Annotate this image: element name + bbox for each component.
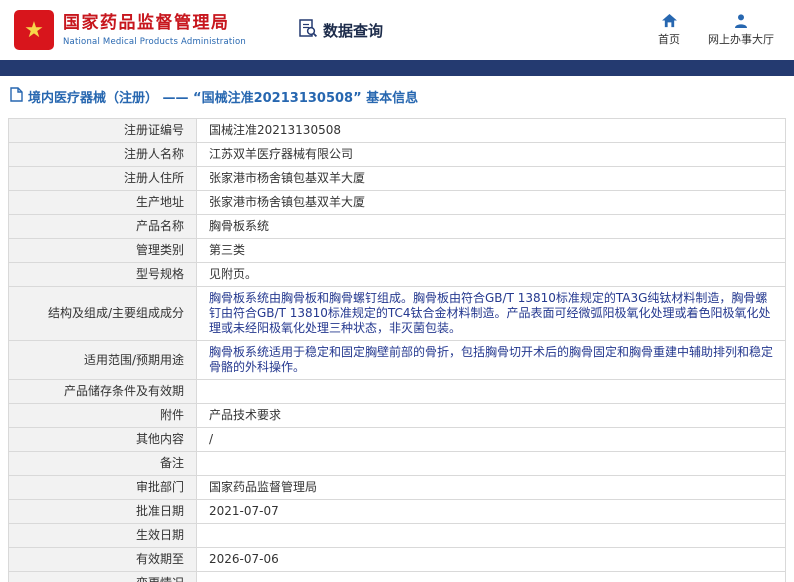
table-row: 生效日期 bbox=[8, 523, 786, 548]
row-label: 注册证编号 bbox=[8, 118, 197, 143]
table-row: 变更情况 bbox=[8, 571, 786, 582]
table-row: 审批部门 国家药品监督管理局 bbox=[8, 475, 786, 500]
row-label: 管理类别 bbox=[8, 238, 197, 263]
table-row: 注册人名称 江苏双羊医疗器械有限公司 bbox=[8, 142, 786, 167]
registration-info-table: 注册证编号 国械注准20213130508 注册人名称 江苏双羊医疗器械有限公司 注册人… bbox=[8, 118, 786, 582]
table-row: 注册人住所 张家港市杨舍镇包基双羊大厦 bbox=[8, 166, 786, 191]
row-label: 产品名称 bbox=[8, 214, 197, 239]
table-row: 产品名称 胸骨板系统 bbox=[8, 214, 786, 239]
nav-home[interactable]: 首页 bbox=[658, 13, 680, 47]
row-label: 备注 bbox=[8, 451, 197, 476]
table-wrapper: 注册证编号 国械注准20213130508 注册人名称 江苏双羊医疗器械有限公司 注册人… bbox=[0, 116, 794, 582]
table-row: 注册证编号 国械注准20213130508 bbox=[8, 118, 786, 143]
row-label: 审批部门 bbox=[8, 475, 197, 500]
agency-title-block: 国家药品监督管理局 National Medical Products Admi… bbox=[63, 13, 246, 47]
table-row: 型号规格 见附页。 bbox=[8, 262, 786, 287]
row-label: 其他内容 bbox=[8, 427, 197, 452]
row-value: 张家港市杨舍镇包基双羊大厦 bbox=[196, 190, 786, 215]
row-value: 见附页。 bbox=[196, 262, 786, 287]
nav-online-hall[interactable]: 网上办事大厅 bbox=[708, 13, 774, 47]
table-row: 结构及组成/主要组成成分 胸骨板系统由胸骨板和胸骨螺钉组成。胸骨板由符合GB/T … bbox=[8, 286, 786, 341]
row-value: 江苏双羊医疗器械有限公司 bbox=[196, 142, 786, 167]
row-label: 注册人住所 bbox=[8, 166, 197, 191]
table-row: 其他内容 / bbox=[8, 427, 786, 452]
row-value: 胸骨板系统适用于稳定和固定胸壁前部的骨折，包括胸骨切开术后的胸骨固定和胸骨重建中… bbox=[196, 340, 786, 380]
data-query-label: 数据查询 bbox=[323, 21, 384, 40]
nav-hall-label: 网上办事大厅 bbox=[708, 33, 774, 46]
table-row: 产品储存条件及有效期 bbox=[8, 379, 786, 404]
data-query-tab[interactable]: 数据查询 bbox=[298, 18, 383, 42]
row-label: 注册人名称 bbox=[8, 142, 197, 167]
row-value: 第三类 bbox=[196, 238, 786, 263]
row-value: 国家药品监督管理局 bbox=[196, 475, 786, 500]
table-row: 有效期至 2026-07-06 bbox=[8, 547, 786, 572]
document-search-icon bbox=[298, 18, 318, 42]
row-label: 生产地址 bbox=[8, 190, 197, 215]
person-icon bbox=[734, 13, 748, 28]
table-row: 备注 bbox=[8, 451, 786, 476]
nmpa-emblem-logo: ★ bbox=[14, 10, 54, 50]
header-navy-bar bbox=[0, 60, 794, 76]
home-icon bbox=[661, 13, 677, 28]
agency-name-en: National Medical Products Administration bbox=[63, 37, 246, 48]
document-icon bbox=[10, 87, 23, 106]
row-label: 变更情况 bbox=[8, 571, 197, 582]
row-value bbox=[196, 571, 786, 582]
row-label: 附件 bbox=[8, 403, 197, 428]
table-row: 批准日期 2021-07-07 bbox=[8, 499, 786, 524]
row-label: 有效期至 bbox=[8, 547, 197, 572]
row-value: 2021-07-07 bbox=[196, 499, 786, 524]
row-value bbox=[196, 523, 786, 548]
row-label: 适用范围/预期用途 bbox=[8, 340, 197, 380]
table-row: 附件 产品技术要求 bbox=[8, 403, 786, 428]
row-label: 结构及组成/主要组成成分 bbox=[8, 286, 197, 341]
top-right-nav: 首页 网上办事大厅 bbox=[658, 13, 774, 47]
row-label: 生效日期 bbox=[8, 523, 197, 548]
row-label: 批准日期 bbox=[8, 499, 197, 524]
row-value: 2026-07-06 bbox=[196, 547, 786, 572]
row-label: 产品储存条件及有效期 bbox=[8, 379, 197, 404]
site-header: ★ 国家药品监督管理局 National Medical Products Ad… bbox=[0, 0, 794, 60]
row-value bbox=[196, 451, 786, 476]
breadcrumb: 境内医疗器械（注册） —— “国械注准20213130508” 基本信息 bbox=[0, 76, 794, 116]
page-root: ★ 国家药品监督管理局 National Medical Products Ad… bbox=[0, 0, 794, 582]
agency-name-cn: 国家药品监督管理局 bbox=[63, 12, 230, 33]
table-row: 生产地址 张家港市杨舍镇包基双羊大厦 bbox=[8, 190, 786, 215]
row-value: / bbox=[196, 427, 786, 452]
row-value: 产品技术要求 bbox=[196, 403, 786, 428]
row-value bbox=[196, 379, 786, 404]
row-label: 型号规格 bbox=[8, 262, 197, 287]
row-value: 胸骨板系统由胸骨板和胸骨螺钉组成。胸骨板由符合GB/T 13810标准规定的TA… bbox=[196, 286, 786, 341]
row-value: 胸骨板系统 bbox=[196, 214, 786, 239]
table-row: 管理类别 第三类 bbox=[8, 238, 786, 263]
table-row: 适用范围/预期用途 胸骨板系统适用于稳定和固定胸壁前部的骨折，包括胸骨切开术后的胸… bbox=[8, 340, 786, 380]
nav-home-label: 首页 bbox=[658, 33, 680, 46]
national-emblem-icon: ★ bbox=[24, 17, 44, 43]
row-value: 国械注准20213130508 bbox=[196, 118, 786, 143]
breadcrumb-text: 境内医疗器械（注册） —— “国械注准20213130508” 基本信息 bbox=[28, 91, 419, 106]
row-value: 张家港市杨舍镇包基双羊大厦 bbox=[196, 166, 786, 191]
